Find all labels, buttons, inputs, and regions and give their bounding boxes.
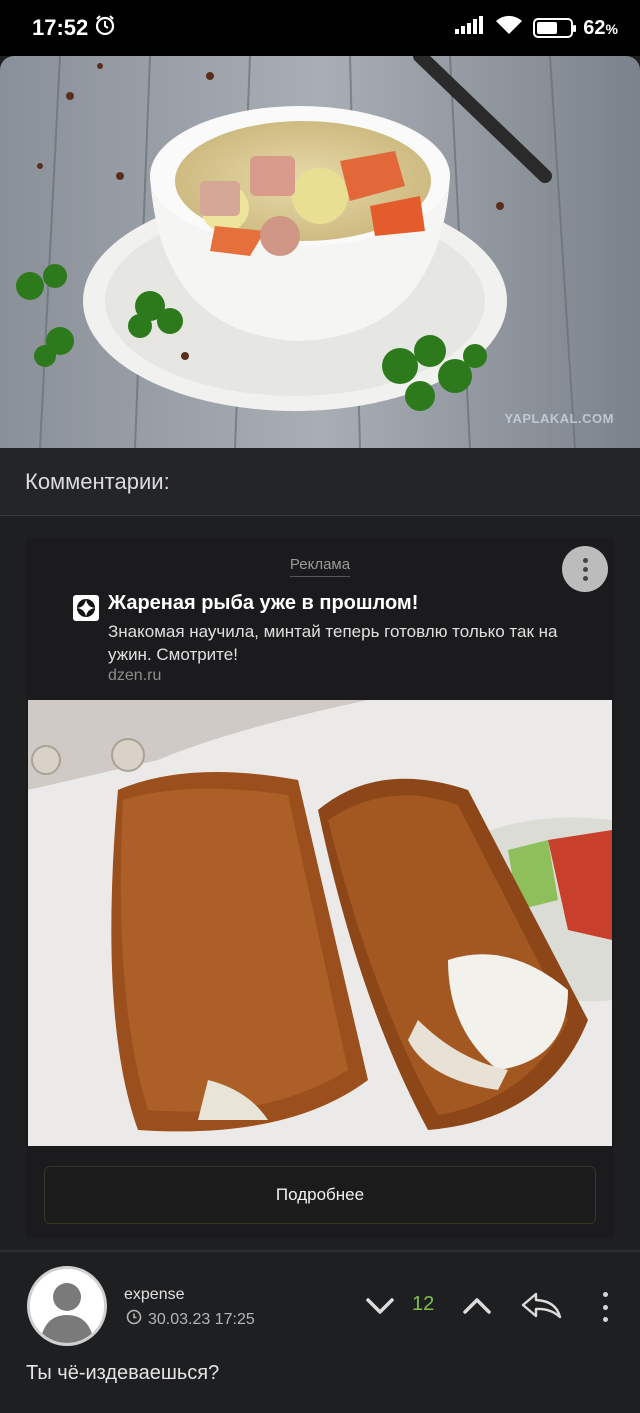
comment-date: 30.03.23 17:25 (148, 1310, 255, 1328)
ad-title[interactable]: Жареная рыба уже в прошлом! (108, 592, 418, 615)
comment-more-icon[interactable] (598, 1290, 612, 1324)
comment-username[interactable]: expense (124, 1286, 185, 1304)
ad-more-menu-icon[interactable] (562, 546, 608, 592)
clock-icon (126, 1309, 142, 1330)
comment-text: Ты чё-издеваешься? (26, 1362, 220, 1384)
fried-fish-photo (28, 700, 612, 1146)
comment-rating: 12 (412, 1293, 435, 1315)
battery-icon (533, 18, 577, 38)
ad-label: Реклама (289, 556, 351, 577)
alarm-icon (94, 14, 116, 42)
ad-description[interactable]: Знакомая научила, минтай теперь готовлю … (108, 620, 598, 666)
wifi-icon (495, 15, 523, 41)
percent-sign: % (605, 20, 618, 37)
ad-more-button[interactable]: Подробнее (44, 1166, 596, 1224)
post-image-soup[interactable]: YAPLAKAL.COM (0, 56, 640, 448)
soup-photo (0, 56, 640, 448)
reply-icon[interactable] (520, 1290, 564, 1322)
comments-header: Комментарии: (0, 448, 640, 516)
dzen-logo-icon (73, 595, 99, 621)
vote-down-icon[interactable] (364, 1292, 396, 1320)
avatar[interactable] (27, 1266, 107, 1346)
watermark: YAPLAKAL.COM (504, 411, 614, 426)
default-avatar-icon (30, 1269, 104, 1343)
status-bar: 17:52 62% (0, 0, 640, 56)
ad-card[interactable]: Реклама Жареная рыба уже в прошлом! Знак… (26, 538, 614, 1238)
ad-domain[interactable]: dzen.ru (108, 667, 161, 685)
comment-item: expense 30.03.23 17:25 12 Ты чё-издеваеш… (0, 1250, 640, 1413)
vote-up-icon[interactable] (461, 1292, 493, 1320)
signal-icon (455, 16, 485, 40)
ad-image-fried-fish[interactable] (28, 700, 612, 1146)
battery-percent: 62 (583, 16, 606, 39)
status-time: 17:52 (32, 15, 89, 40)
